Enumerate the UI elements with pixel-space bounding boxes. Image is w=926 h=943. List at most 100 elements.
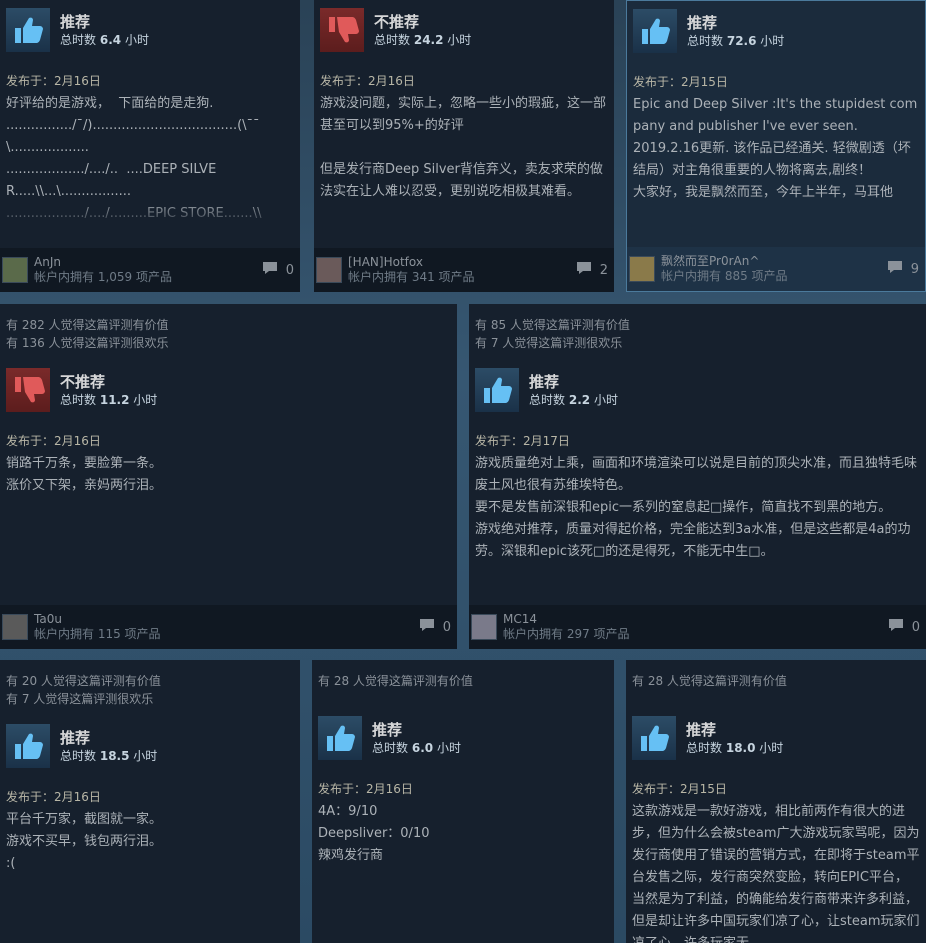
review-text-line: 平台千万家，截图就一家。 (6, 812, 163, 827)
comment-count: 0 (442, 619, 451, 635)
review-card[interactable]: 推荐 总时数 72.6 小时 发布于：2月15日 Epic and Deep Si… (626, 0, 926, 292)
avatar[interactable] (629, 256, 655, 282)
thumbs-down-icon (320, 8, 364, 52)
posted-date: 发布于：2月15日 (632, 782, 727, 796)
author-name[interactable]: Ta0u (34, 612, 419, 627)
review-body[interactable]: 这款游戏是一款好游戏，相比前两作有很大的进步，但为什么会被steam广大游戏玩家… (626, 797, 926, 943)
review-text-line: ................/¯/)....................… (6, 118, 260, 155)
review-card[interactable]: 有 85 人觉得这篇评测有价值 有 7 人觉得这篇评测很欢乐 推荐 总时数 2.… (469, 304, 926, 649)
comments-button[interactable]: 2 (576, 261, 608, 279)
helpful-votes: 有 20 人觉得这篇评测有价值 有 7 人觉得这篇评测很欢乐 (0, 660, 300, 708)
review-header[interactable]: 不推荐 总时数 24.2 小时 (314, 6, 614, 54)
review-card[interactable]: 不推荐 总时数 24.2 小时 发布于：2月16日 游戏没问题，实际上，忽略一些小… (314, 0, 614, 292)
review-body[interactable]: 4A：9/10 Deepsliver：0/10 辣鸡发行商 (312, 797, 614, 937)
recommendation-label: 推荐 (60, 13, 91, 31)
hours-played: 总时数 6.0 小时 (372, 741, 461, 755)
review-text-line: 这款游戏是一款好游戏，相比前两作有很大的进步，但为什么会被steam广大游戏玩家… (632, 804, 920, 943)
hours-played: 总时数 72.6 小时 (687, 34, 785, 48)
thumbs-up-icon (633, 9, 677, 53)
review-footer: Ta0u 帐户内拥有 115 项产品 0 (0, 605, 457, 649)
helpful-count: 有 20 人觉得这篇评测有价值 (6, 674, 161, 688)
thumbs-up-icon (475, 368, 519, 412)
review-text-line: 4A：9/10 (318, 804, 378, 819)
review-body[interactable]: 游戏没问题，实际上，忽略一些小的瑕疵，这一部甚至可以到95%+的好评 但是发行商… (314, 89, 614, 229)
review-body[interactable]: 平台千万家，截图就一家。 游戏不买早，钱包两行泪。 :( (0, 805, 300, 943)
thumbs-up-icon (6, 724, 50, 768)
review-text-line: 游戏不买早，钱包两行泪。 (6, 834, 163, 849)
review-card[interactable]: 推荐 总时数 6.4 小时 发布于：2月16日 好评给的是游戏， 下面给的是走狗.… (0, 0, 300, 292)
author-name[interactable]: [HAN]Hotfox (348, 255, 576, 270)
review-body[interactable]: 好评给的是游戏， 下面给的是走狗. ................/¯/)...… (0, 89, 300, 229)
comments-button[interactable]: 0 (262, 261, 294, 279)
comment-count: 0 (911, 619, 920, 635)
thumbs-up-icon (6, 8, 50, 52)
review-text-line: 游戏绝对推荐，质量对得起价格，完全能达到3a水准，但是这些都是4a的功劳。深银和… (475, 522, 911, 559)
hours-played: 总时数 18.5 小时 (60, 749, 158, 763)
comment-icon (262, 261, 278, 279)
review-text-line: Deepsliver：0/10 (318, 826, 430, 841)
products-owned: 帐户内拥有 885 项产品 (661, 269, 788, 283)
hours-played: 总时数 11.2 小时 (60, 393, 158, 407)
comments-button[interactable]: 9 (887, 260, 919, 278)
review-body[interactable]: 游戏质量绝对上乘，画面和环境渲染可以说是目前的顶尖水准，而且独特毛味废土风也很有… (469, 449, 926, 595)
posted-date: 发布于：2月17日 (475, 434, 570, 448)
review-header[interactable]: 推荐 总时数 18.5 小时 (0, 722, 300, 770)
review-header[interactable]: 不推荐 总时数 11.2 小时 (0, 366, 457, 414)
products-owned: 帐户内拥有 1,059 项产品 (34, 270, 172, 284)
review-text-line: .................../..../.........EPIC S… (6, 206, 262, 229)
hours-played: 总时数 2.2 小时 (529, 393, 618, 407)
review-card[interactable]: 有 20 人觉得这篇评测有价值 有 7 人觉得这篇评测很欢乐 推荐 总时数 18… (0, 660, 300, 943)
review-card[interactable]: 有 28 人觉得这篇评测有价值 推荐 总时数 6.0 小时 发布于：2月16日 4… (312, 660, 614, 943)
review-footer: AnJn 帐户内拥有 1,059 项产品 0 (0, 248, 300, 292)
comment-count: 9 (910, 261, 919, 277)
review-header[interactable]: 推荐 总时数 6.0 小时 (312, 714, 614, 762)
review-body[interactable]: 销路千万条，要脸第一条。 涨价又下架，亲妈两行泪。 (0, 449, 457, 619)
review-footer: 飘然而至Pr0rAn^ 帐户内拥有 885 项产品 9 (627, 247, 925, 291)
review-text-line: 辣鸡发行商 (318, 848, 384, 863)
avatar[interactable] (2, 257, 28, 283)
review-header[interactable]: 推荐 总时数 72.6 小时 (627, 7, 925, 55)
author-name[interactable]: 飘然而至Pr0rAn^ (661, 254, 887, 269)
comment-count: 2 (599, 262, 608, 278)
review-text-line: 大家好，我是飘然而至，今年上半年，马耳他 (633, 185, 894, 200)
author-name[interactable]: MC14 (503, 612, 888, 627)
review-text-line: 要不是发售前深银和epic一系列的窒息起□操作，简直找不到黑的地方。 (475, 500, 892, 515)
review-text-line: 销路千万条，要脸第一条。 (6, 456, 163, 471)
comments-button[interactable]: 0 (888, 618, 920, 636)
review-header[interactable]: 推荐 总时数 18.0 小时 (626, 714, 926, 762)
avatar[interactable] (2, 614, 28, 640)
review-text-line: 游戏没问题，实际上，忽略一些小的瑕疵，这一部甚至可以到95%+的好评 (320, 96, 607, 133)
recommendation-label: 不推荐 (374, 13, 420, 31)
comments-button[interactable]: 0 (419, 618, 451, 636)
posted-date: 发布于：2月15日 (633, 75, 728, 89)
helpful-count: 有 85 人觉得这篇评测有价值 (475, 318, 630, 332)
review-text-line: 游戏质量绝对上乘，画面和环境渲染可以说是目前的顶尖水准，而且独特毛味废土风也很有… (475, 456, 918, 493)
posted-date: 发布于：2月16日 (6, 434, 101, 448)
recommendation-label: 推荐 (686, 721, 717, 739)
review-body[interactable]: Epic and Deep Silver :It's the stupidest… (627, 90, 925, 230)
helpful-votes: 有 28 人觉得这篇评测有价值 (312, 660, 614, 690)
review-footer: [HAN]Hotfox 帐户内拥有 341 项产品 2 (314, 248, 614, 292)
review-text-line: 好评给的是游戏， 下面给的是走狗. (6, 96, 214, 111)
review-text-line (320, 137, 608, 159)
review-text-line: 2019.2.16更新. 该作品已经通关. 轻微剧透（坏结局）对主角很重要的人物… (633, 141, 911, 178)
comment-icon (576, 261, 592, 279)
posted-date: 发布于：2月16日 (6, 790, 101, 804)
helpful-count: 有 28 人觉得这篇评测有价值 (632, 674, 787, 688)
recommendation-label: 推荐 (372, 721, 403, 739)
review-card[interactable]: 有 282 人觉得这篇评测有价值 有 136 人觉得这篇评测很欢乐 不推荐 总时… (0, 304, 457, 649)
comment-icon (887, 260, 903, 278)
review-header[interactable]: 推荐 总时数 2.2 小时 (469, 366, 926, 414)
review-text-line: :( (6, 856, 16, 871)
avatar[interactable] (471, 614, 497, 640)
products-owned: 帐户内拥有 341 项产品 (348, 270, 475, 284)
review-header[interactable]: 推荐 总时数 6.4 小时 (0, 6, 300, 54)
review-card[interactable]: 有 28 人觉得这篇评测有价值 推荐 总时数 18.0 小时 发布于：2月15日… (626, 660, 926, 943)
helpful-votes: 有 85 人觉得这篇评测有价值 有 7 人觉得这篇评测很欢乐 (469, 304, 926, 352)
recommendation-label: 推荐 (60, 729, 91, 747)
author-name[interactable]: AnJn (34, 255, 262, 270)
recommendation-label: 推荐 (687, 14, 718, 32)
avatar[interactable] (316, 257, 342, 283)
thumbs-up-icon (632, 716, 676, 760)
review-text-line: 但是发行商Deep Silver背信弃义，卖友求荣的做法实在让人难以忍受，更别说… (320, 162, 603, 199)
